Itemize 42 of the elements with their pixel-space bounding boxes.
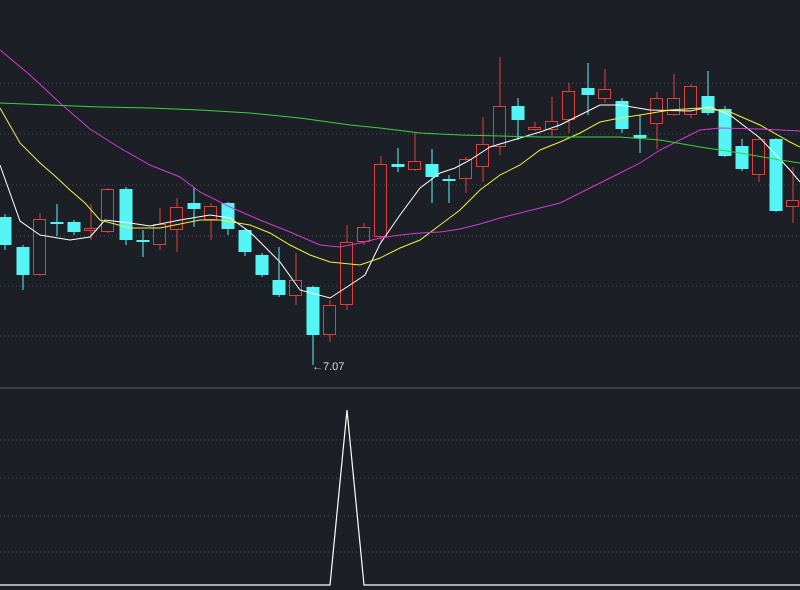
candlestick	[408, 132, 421, 172]
candlestick	[545, 96, 558, 136]
candlestick	[598, 68, 611, 104]
candlestick	[33, 212, 46, 276]
candlestick	[582, 62, 594, 116]
candlestick	[752, 136, 765, 182]
candlestick	[120, 186, 132, 246]
candlestick	[289, 252, 302, 306]
candlestick	[323, 300, 336, 342]
candlestick	[459, 156, 472, 194]
candlestick	[238, 228, 252, 256]
candlestick	[702, 70, 714, 116]
candlestick	[0, 214, 12, 250]
candlestick	[684, 84, 697, 118]
candlestick	[736, 138, 748, 172]
candlestick	[357, 222, 370, 246]
candlestick	[188, 186, 200, 228]
candlestick	[786, 166, 799, 224]
candlestick	[616, 98, 628, 134]
candlestick	[634, 114, 646, 154]
candlestick	[442, 174, 456, 204]
candlestick	[562, 82, 575, 134]
candlestick	[426, 148, 438, 204]
candlestick	[170, 198, 183, 252]
candlestick	[528, 122, 541, 132]
candlestick	[718, 106, 732, 158]
candlestick	[476, 116, 489, 182]
candlestick	[512, 98, 524, 140]
candlestick	[272, 246, 286, 298]
candlestick	[153, 208, 166, 250]
candlestick	[50, 204, 64, 236]
low-price-label: ←7.07	[312, 360, 344, 374]
candlestick	[256, 252, 268, 278]
candlestick	[136, 230, 150, 258]
candlestick	[204, 202, 217, 240]
candlestick	[84, 204, 97, 240]
candlestick	[667, 74, 680, 116]
candlestick	[16, 244, 30, 290]
candlestick	[392, 148, 404, 172]
candlestick	[68, 220, 80, 236]
candlestick	[650, 92, 663, 150]
candlestick	[101, 188, 114, 234]
